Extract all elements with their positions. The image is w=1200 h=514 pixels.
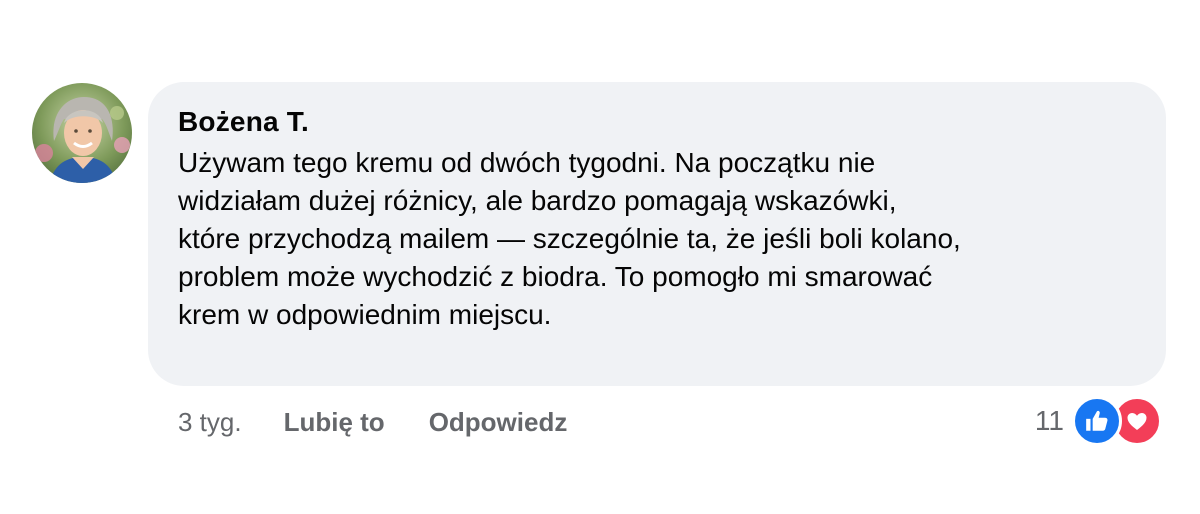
comment-text-line: widziałam dużej różnicy, ale bardzo poma… <box>178 185 897 216</box>
reaction-icons <box>1072 396 1162 446</box>
reply-button[interactable]: Odpowiedz <box>429 407 568 438</box>
comment-bubble: Bożena T. Używam tego kremu od dwóch tyg… <box>148 82 1166 386</box>
avatar-photo <box>32 83 132 183</box>
reactions-summary[interactable]: 11 <box>1035 396 1162 446</box>
comment-text: Używam tego kremu od dwóch tygodni. Na p… <box>178 144 1136 334</box>
comment-text-line: problem może wychodzić z biodra. To pomo… <box>178 261 933 292</box>
comment-timestamp[interactable]: 3 tyg. <box>178 407 242 438</box>
like-icon <box>1072 396 1122 446</box>
comment-actions: 3 tyg. Lubię to Odpowiedz <box>178 404 611 440</box>
reaction-count: 11 <box>1034 405 1064 436</box>
comment-text-line: Używam tego kremu od dwóch tygodni. Na p… <box>178 147 876 178</box>
comment-text-line: które przychodzą mailem — szczególnie ta… <box>178 223 961 254</box>
comment-text-line: krem w odpowiednim miejscu. <box>178 299 552 330</box>
avatar[interactable] <box>32 83 132 183</box>
comment-author[interactable]: Bożena T. <box>178 104 1136 140</box>
like-button[interactable]: Lubię to <box>284 407 385 438</box>
